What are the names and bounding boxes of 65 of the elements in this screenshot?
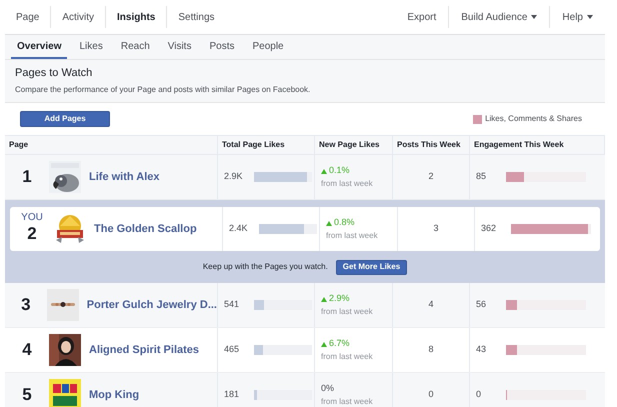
rank-number: 4 xyxy=(22,339,32,361)
change-value: 0.1% xyxy=(321,164,373,178)
nav-tab[interactable]: Activity xyxy=(51,10,106,24)
nav-menu[interactable]: Help xyxy=(550,10,605,24)
nav-menu[interactable]: Build Audience xyxy=(449,10,550,24)
rank-number: 1 xyxy=(22,166,32,188)
up-triangle-icon xyxy=(326,220,332,226)
get-more-likes-button[interactable]: Get More Likes xyxy=(336,260,408,274)
caret-icon xyxy=(531,15,538,19)
engagement-count: 362 xyxy=(481,222,498,236)
banner-text: Keep up with the Pages you watch. xyxy=(202,261,328,273)
likes-count: 465 xyxy=(224,343,240,356)
rank-number: 5 xyxy=(22,384,32,406)
posts-count: 4 xyxy=(428,298,434,312)
column-header: Engagement This Week xyxy=(470,136,605,154)
page-name-link[interactable]: Life with Alex xyxy=(89,168,160,186)
engagement-count: 0 xyxy=(476,388,482,402)
sub-tab[interactable]: Likes xyxy=(73,35,109,59)
column-header: Total Page Likes xyxy=(218,136,315,154)
rank-number: 3 xyxy=(21,294,31,316)
you-label: YOU xyxy=(21,213,43,224)
section-title: Pages to Watch xyxy=(15,66,94,81)
engagement-count: 85 xyxy=(476,170,488,184)
change-value: 0.8% xyxy=(326,216,378,230)
nav-tab[interactable]: Page xyxy=(5,10,50,24)
likes-count: 541 xyxy=(224,298,240,312)
add-pages-button[interactable]: Add Pages xyxy=(20,111,110,127)
caret-icon xyxy=(587,15,593,19)
change-note: from last week xyxy=(321,178,373,190)
change-note: from last week xyxy=(321,396,373,407)
rank-number: 2 xyxy=(27,223,37,245)
up-triangle-icon xyxy=(321,342,327,346)
section-description: Compare the performance of your Page and posts with similar Pages on Facebook. xyxy=(15,84,312,96)
page-name-link[interactable]: Mop King xyxy=(89,386,140,404)
page-name-link[interactable]: The Golden Scallop xyxy=(94,220,197,238)
change-value: 6.7% xyxy=(321,337,373,351)
change-note: from last week xyxy=(321,306,373,318)
posts-count: 2 xyxy=(428,170,434,184)
posts-count: 0 xyxy=(428,388,434,402)
nav-tab[interactable]: Settings xyxy=(167,10,226,24)
nav-menu[interactable]: Export xyxy=(395,10,448,24)
column-header: Page xyxy=(5,136,218,154)
engagement-count: 43 xyxy=(476,343,488,356)
posts-count: 3 xyxy=(433,222,438,236)
up-triangle-icon xyxy=(321,168,327,174)
up-triangle-icon xyxy=(321,296,327,302)
page-name-link[interactable]: Porter Gulch Jewelry D... xyxy=(86,296,217,314)
engagement-count: 56 xyxy=(476,298,488,312)
sub-tab[interactable]: Posts xyxy=(203,35,240,59)
nav-tab[interactable]: Insights xyxy=(106,10,166,24)
change-note: from last week xyxy=(321,350,373,363)
sub-tab[interactable]: Reach xyxy=(114,35,156,59)
likes-count: 2.9K xyxy=(224,170,244,184)
likes-count: 2.4K xyxy=(229,222,249,236)
column-header: Posts This Week xyxy=(393,136,470,154)
legend-label: Likes, Comments & Shares xyxy=(485,113,582,125)
sub-tab[interactable]: Visits xyxy=(162,35,198,59)
change-value: 0% xyxy=(321,382,336,396)
likes-count: 181 xyxy=(224,388,240,402)
change-note: from last week xyxy=(326,230,378,242)
column-header: New Page Likes xyxy=(315,136,393,154)
sub-tab[interactable]: People xyxy=(246,35,290,59)
page-name-link[interactable]: Aligned Spirit Pilates xyxy=(89,342,200,358)
change-value: 2.9% xyxy=(321,292,373,306)
posts-count: 8 xyxy=(428,343,434,356)
